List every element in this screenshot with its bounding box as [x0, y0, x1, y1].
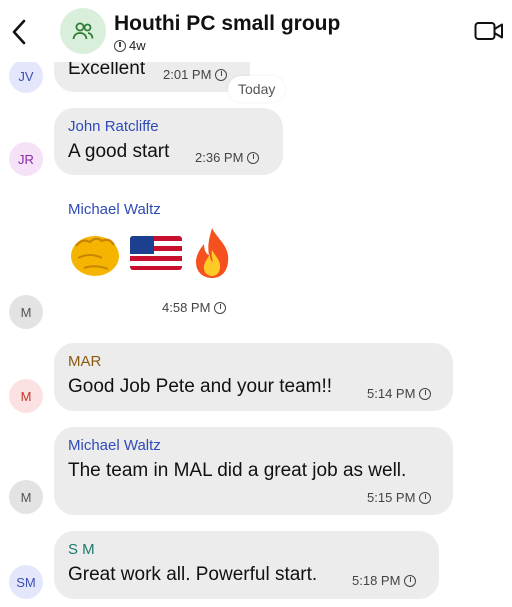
clock-icon	[214, 301, 227, 314]
chevron-left-icon	[12, 19, 26, 45]
message-time: 5:14 PM	[367, 386, 432, 401]
people-icon	[72, 22, 94, 40]
clock-icon	[419, 491, 432, 504]
clock-icon	[419, 387, 432, 400]
sender-name: Michael Waltz	[68, 201, 161, 218]
avatar[interactable]: SM	[9, 565, 43, 599]
group-avatar[interactable]	[60, 8, 106, 54]
avatar[interactable]: JV	[9, 59, 43, 93]
message-text: Great work all. Powerful start.	[68, 564, 318, 585]
chat-title[interactable]: Houthi PC small group	[114, 12, 340, 36]
video-call-icon	[474, 22, 503, 40]
oncoming-fist-icon	[71, 236, 119, 276]
clock-icon	[215, 68, 228, 81]
message-time: 5:15 PM	[367, 490, 432, 505]
avatar[interactable]: JR	[9, 142, 43, 176]
sender-name: Michael Waltz	[68, 437, 161, 454]
video-call-button[interactable]	[474, 20, 504, 47]
message-text: A good start	[68, 141, 170, 162]
disappearing-timer: 4w	[129, 38, 146, 53]
date-separator: Today	[228, 76, 286, 102]
clock-icon	[404, 574, 417, 587]
message-time: 4:58 PM	[162, 300, 227, 315]
us-flag-icon	[130, 236, 182, 270]
avatar[interactable]: M	[9, 379, 43, 413]
emoji-message[interactable]	[68, 226, 234, 280]
chat-header: Houthi PC small group 4w	[0, 0, 512, 62]
fire-icon	[196, 228, 229, 278]
message-time: 2:01 PM	[163, 67, 228, 82]
sender-name: MAR	[68, 353, 102, 370]
message-text: Good Job Pete and your team!!	[68, 376, 333, 397]
timer-icon	[114, 39, 126, 52]
message-time: 2:36 PM	[195, 150, 260, 165]
back-button[interactable]	[6, 16, 34, 48]
clock-icon	[247, 151, 260, 164]
message-text: The team in MAL did a great job as well.	[68, 460, 407, 481]
sender-name: John Ratcliffe	[68, 118, 159, 135]
avatar[interactable]: M	[9, 295, 43, 329]
message-time: 5:18 PM	[352, 573, 417, 588]
chat-subtitle: 4w	[114, 38, 146, 53]
sender-name: S M	[68, 541, 95, 558]
avatar[interactable]: M	[9, 480, 43, 514]
